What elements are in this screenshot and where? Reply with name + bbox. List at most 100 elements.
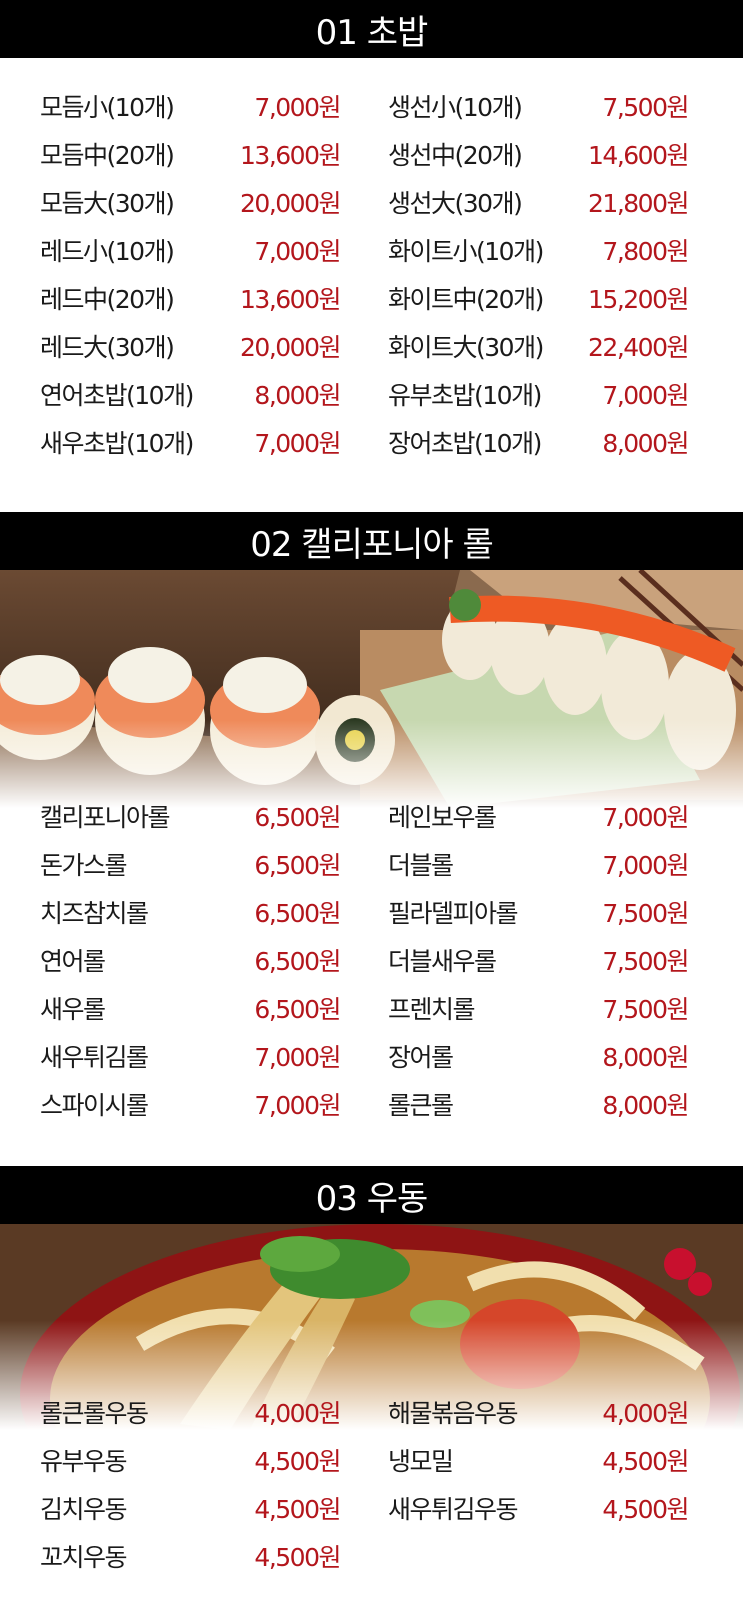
menu-list-california-roll: 캘리포니아롤 6,500원 레인보우롤 7,000원 돈가스롤 6,500원 더블롤 7,00… <box>0 792 743 1128</box>
menu-list-udon: 롤큰롤우동 4,000원 해물볶음우동 4,000원유부우동 4,500원 냉모밀 4,50… <box>0 1388 743 1580</box>
menu-item: 화이트大(30개) 22,400원 <box>388 322 689 370</box>
menu-item: 더블롤 7,000원 <box>388 840 689 888</box>
menu-item: 장어초밥(10개) 8,000원 <box>388 418 689 466</box>
menu-item-name: 캘리포니아롤 <box>40 803 171 832</box>
menu-item-price: 7,000원 <box>602 803 689 832</box>
menu-item: 모듬中(20개) 13,600원 <box>40 130 341 178</box>
menu-item: 캘리포니아롤 6,500원 <box>40 792 341 840</box>
menu-item: 새우튀김롤 7,000원 <box>40 1032 341 1080</box>
menu-item: 꼬치우동 4,500원 <box>40 1532 341 1580</box>
menu-item-name: 연어롤 <box>40 947 106 976</box>
menu-item-price: 14,600원 <box>588 141 689 170</box>
menu-item-price: 6,500원 <box>254 803 341 832</box>
menu-item-price: 4,000원 <box>602 1399 689 1428</box>
menu-item-name: 유부초밥(10개) <box>388 381 542 410</box>
menu-item-price: 20,000원 <box>240 189 341 218</box>
menu-item: 스파이시롤 7,000원 <box>40 1080 341 1128</box>
menu-item: 화이트中(20개) 15,200원 <box>388 274 689 322</box>
menu-item-name: 모듬中(20개) <box>40 141 175 170</box>
menu-item: 화이트小(10개) 7,800원 <box>388 226 689 274</box>
menu-item: 새우롤 6,500원 <box>40 984 341 1032</box>
menu-item-name: 유부우동 <box>40 1447 128 1476</box>
menu-item-name: 스파이시롤 <box>40 1091 149 1120</box>
menu-item-price: 4,500원 <box>254 1543 341 1572</box>
menu-item-price: 8,000원 <box>254 381 341 410</box>
menu-item: 모듬小(10개) 7,000원 <box>40 82 341 130</box>
menu-item-price: 4,500원 <box>254 1447 341 1476</box>
menu-item: 레드中(20개) 13,600원 <box>40 274 341 322</box>
menu-item: 생선大(30개) 21,800원 <box>388 178 689 226</box>
menu-item-name: 모듬小(10개) <box>40 93 175 122</box>
menu-item-price: 7,000원 <box>602 851 689 880</box>
menu-item-price: 6,500원 <box>254 947 341 976</box>
menu-item-name: 화이트小(10개) <box>388 237 544 266</box>
menu-item-name: 연어초밥(10개) <box>40 381 194 410</box>
menu-item-price: 6,500원 <box>254 995 341 1024</box>
menu-item: 모듬大(30개) 20,000원 <box>40 178 341 226</box>
menu-item: 프렌치롤 7,500원 <box>388 984 689 1032</box>
menu-item-name: 더블새우롤 <box>388 947 497 976</box>
menu-item: 냉모밀 4,500원 <box>388 1436 689 1484</box>
menu-item: 김치우동 4,500원 <box>40 1484 341 1532</box>
menu-item: 더블새우롤 7,500원 <box>388 936 689 984</box>
menu-item-name: 치즈참치롤 <box>40 899 149 928</box>
menu-item-price: 7,500원 <box>602 995 689 1024</box>
menu-item-price: 20,000원 <box>240 333 341 362</box>
menu-item-name: 생선大(30개) <box>388 189 523 218</box>
menu-item-price: 13,600원 <box>240 141 341 170</box>
menu-item-price: 4,500원 <box>602 1495 689 1524</box>
menu-item-price: 15,200원 <box>588 285 689 314</box>
menu-item-name: 화이트大(30개) <box>388 333 544 362</box>
menu-item-name: 화이트中(20개) <box>388 285 544 314</box>
menu-item-price: 21,800원 <box>588 189 689 218</box>
menu-item-name: 냉모밀 <box>388 1447 454 1476</box>
menu-item-name: 필라델피아롤 <box>388 899 519 928</box>
menu-item-name: 레인보우롤 <box>388 803 497 832</box>
sushi-roll-photo <box>0 570 743 808</box>
menu-item-name: 김치우동 <box>40 1495 128 1524</box>
menu-item-name: 새우튀김롤 <box>40 1043 149 1072</box>
menu-item-price: 6,500원 <box>254 851 341 880</box>
menu-item-name: 롤큰롤 <box>388 1091 454 1120</box>
menu-list-sushi: 모듬小(10개) 7,000원 생선小(10개) 7,500원모듬中(20개) 13,6… <box>0 82 743 466</box>
menu-item-price: 22,400원 <box>588 333 689 362</box>
menu-item-name: 더블롤 <box>388 851 454 880</box>
menu-item-price: 7,000원 <box>254 429 341 458</box>
menu-item-price: 7,500원 <box>602 899 689 928</box>
menu-item: 롤큰롤 8,000원 <box>388 1080 689 1128</box>
menu-item-name: 레드大(30개) <box>40 333 175 362</box>
menu-item-price: 7,000원 <box>602 381 689 410</box>
menu-item-name: 새우초밥(10개) <box>40 429 194 458</box>
menu-item: 해물볶음우동 4,000원 <box>388 1388 689 1436</box>
menu-item-price: 4,000원 <box>254 1399 341 1428</box>
menu-item: 롤큰롤우동 4,000원 <box>40 1388 341 1436</box>
menu-item-price: 8,000원 <box>602 1043 689 1072</box>
menu-item: 새우튀김우동 4,500원 <box>388 1484 689 1532</box>
menu-item-name: 새우튀김우동 <box>388 1495 519 1524</box>
menu-item: 레드大(30개) 20,000원 <box>40 322 341 370</box>
menu-item-price: 8,000원 <box>602 429 689 458</box>
menu-item-price: 4,500원 <box>602 1447 689 1476</box>
menu-item-name: 해물볶음우동 <box>388 1399 519 1428</box>
menu-item-name: 레드中(20개) <box>40 285 175 314</box>
menu-item-price: 7,000원 <box>254 93 341 122</box>
menu-item: 생선小(10개) 7,500원 <box>388 82 689 130</box>
section-header-california-roll: 02 캘리포니아 롤 <box>0 512 743 570</box>
menu-item-price: 7,500원 <box>602 947 689 976</box>
menu-item: 새우초밥(10개) 7,000원 <box>40 418 341 466</box>
menu-item-price: 7,000원 <box>254 237 341 266</box>
menu-item-price: 6,500원 <box>254 899 341 928</box>
menu-item: 돈가스롤 6,500원 <box>40 840 341 888</box>
menu-item-name: 장어초밥(10개) <box>388 429 542 458</box>
section-header-sushi: 01 초밥 <box>0 0 743 58</box>
menu-item-name: 레드小(10개) <box>40 237 175 266</box>
menu-item-name: 새우롤 <box>40 995 106 1024</box>
menu-item: 필라델피아롤 7,500원 <box>388 888 689 936</box>
menu-item-price: 7,000원 <box>254 1043 341 1072</box>
menu-item-price: 8,000원 <box>602 1091 689 1120</box>
menu-item: 레인보우롤 7,000원 <box>388 792 689 840</box>
menu-item: 유부초밥(10개) 7,000원 <box>388 370 689 418</box>
menu-item: 연어초밥(10개) 8,000원 <box>40 370 341 418</box>
menu-item: 연어롤 6,500원 <box>40 936 341 984</box>
section-title: 02 캘리포니아 롤 <box>250 524 494 565</box>
